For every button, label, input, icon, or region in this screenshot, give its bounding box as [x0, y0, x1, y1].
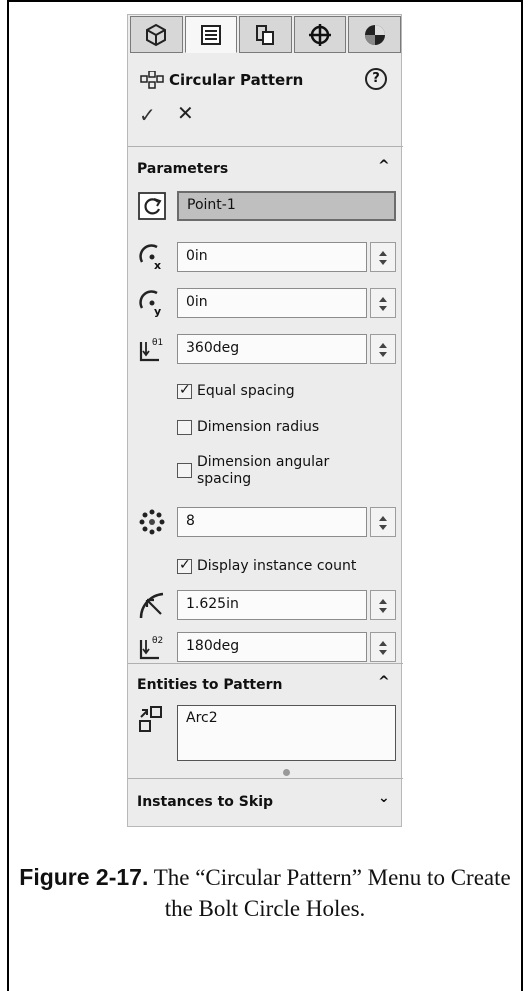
reverse-direction-icon[interactable] — [137, 191, 167, 221]
center-x-input[interactable]: 0in — [177, 242, 367, 272]
checkbox-box[interactable] — [177, 557, 192, 574]
collapse-parameters-icon[interactable]: ^ — [378, 158, 390, 174]
pattern-center-field[interactable]: Point-1 — [177, 191, 396, 221]
collapse-entities-icon[interactable]: ^ — [378, 674, 390, 690]
divider — [128, 778, 403, 779]
tab-feature-tree[interactable] — [130, 16, 183, 53]
radius-icon — [139, 592, 164, 619]
tab-display-manager[interactable] — [348, 16, 401, 53]
svg-text:θ2: θ2 — [152, 636, 163, 646]
parameters-section-title: Parameters — [137, 161, 229, 177]
tab-property-manager[interactable] — [184, 16, 238, 53]
property-manager-icon — [200, 24, 221, 45]
entities-list[interactable]: Arc2 — [177, 705, 396, 761]
dimension-angular-checkbox[interactable]: Dimension angular spacing — [177, 454, 367, 488]
svg-text:x: x — [154, 259, 161, 272]
circular-pattern-icon — [140, 71, 164, 89]
instances-stepper[interactable] — [370, 507, 396, 537]
divider — [128, 146, 403, 147]
instances-input[interactable]: 8 — [177, 507, 367, 537]
skip-section-title: Instances to Skip — [137, 794, 274, 810]
tab-dimxpert-manager[interactable] — [293, 16, 347, 53]
figure-caption: Figure 2-17. The “Circular Pattern” Menu… — [7, 862, 523, 924]
tab-configuration-manager[interactable] — [239, 16, 292, 53]
start-angle-input[interactable]: 180deg — [177, 632, 367, 662]
radius-input[interactable]: 1.625in — [177, 590, 367, 620]
center-x-icon: x — [139, 244, 161, 272]
resize-handle[interactable] — [283, 769, 290, 776]
cancel-button[interactable]: ✕ — [177, 101, 194, 125]
figure-number: Figure 2-17. — [19, 864, 149, 890]
caption-text: The “Circular Pattern” Menu to Create th… — [153, 865, 511, 921]
display-instance-count-checkbox[interactable]: Display instance count — [177, 557, 357, 574]
center-y-input[interactable]: 0in — [177, 288, 367, 318]
checkbox-label: Dimension radius — [197, 419, 320, 435]
help-button[interactable]: ? — [365, 68, 387, 90]
center-y-stepper[interactable] — [370, 288, 396, 318]
expand-skip-icon[interactable]: ⌄ — [378, 790, 390, 806]
svg-text:θ1: θ1 — [152, 338, 163, 348]
checkbox-label: Equal spacing — [197, 383, 295, 399]
center-y-icon: y — [139, 290, 161, 318]
ok-button[interactable]: ✓ — [139, 103, 156, 127]
equal-spacing-checkbox[interactable]: Equal spacing — [177, 382, 295, 399]
number-of-instances-icon — [139, 509, 165, 535]
checkbox-box[interactable] — [177, 420, 192, 435]
property-header: Circular Pattern ? — [128, 63, 403, 97]
center-x-stepper[interactable] — [370, 242, 396, 272]
property-manager-panel: Circular Pattern ? ✓ ✕ Parameters ^ Poin… — [127, 14, 403, 827]
dimxpert-icon — [309, 23, 332, 46]
configuration-manager-icon — [256, 24, 275, 45]
feature-tree-icon — [146, 23, 167, 46]
dimension-radius-checkbox[interactable]: Dimension radius — [177, 419, 319, 435]
checkbox-box[interactable] — [177, 463, 192, 478]
radius-stepper[interactable] — [370, 590, 396, 620]
svg-text:y: y — [154, 305, 161, 318]
pattern-angle-icon: θ1 — [139, 338, 163, 362]
checkbox-label: Dimension angular spacing — [197, 454, 330, 487]
divider — [128, 663, 403, 664]
pattern-angle-stepper[interactable] — [370, 334, 396, 364]
checkbox-box[interactable] — [177, 382, 192, 399]
entities-select-icon — [139, 706, 162, 732]
start-angle-stepper[interactable] — [370, 632, 396, 662]
start-angle-icon: θ2 — [139, 636, 163, 660]
display-manager-icon — [364, 24, 385, 45]
entities-section-title: Entities to Pattern — [137, 677, 283, 693]
page-title: Circular Pattern — [169, 71, 304, 89]
pattern-angle-input[interactable]: 360deg — [177, 334, 367, 364]
checkbox-label: Display instance count — [197, 558, 357, 574]
manager-tabs — [128, 15, 403, 55]
